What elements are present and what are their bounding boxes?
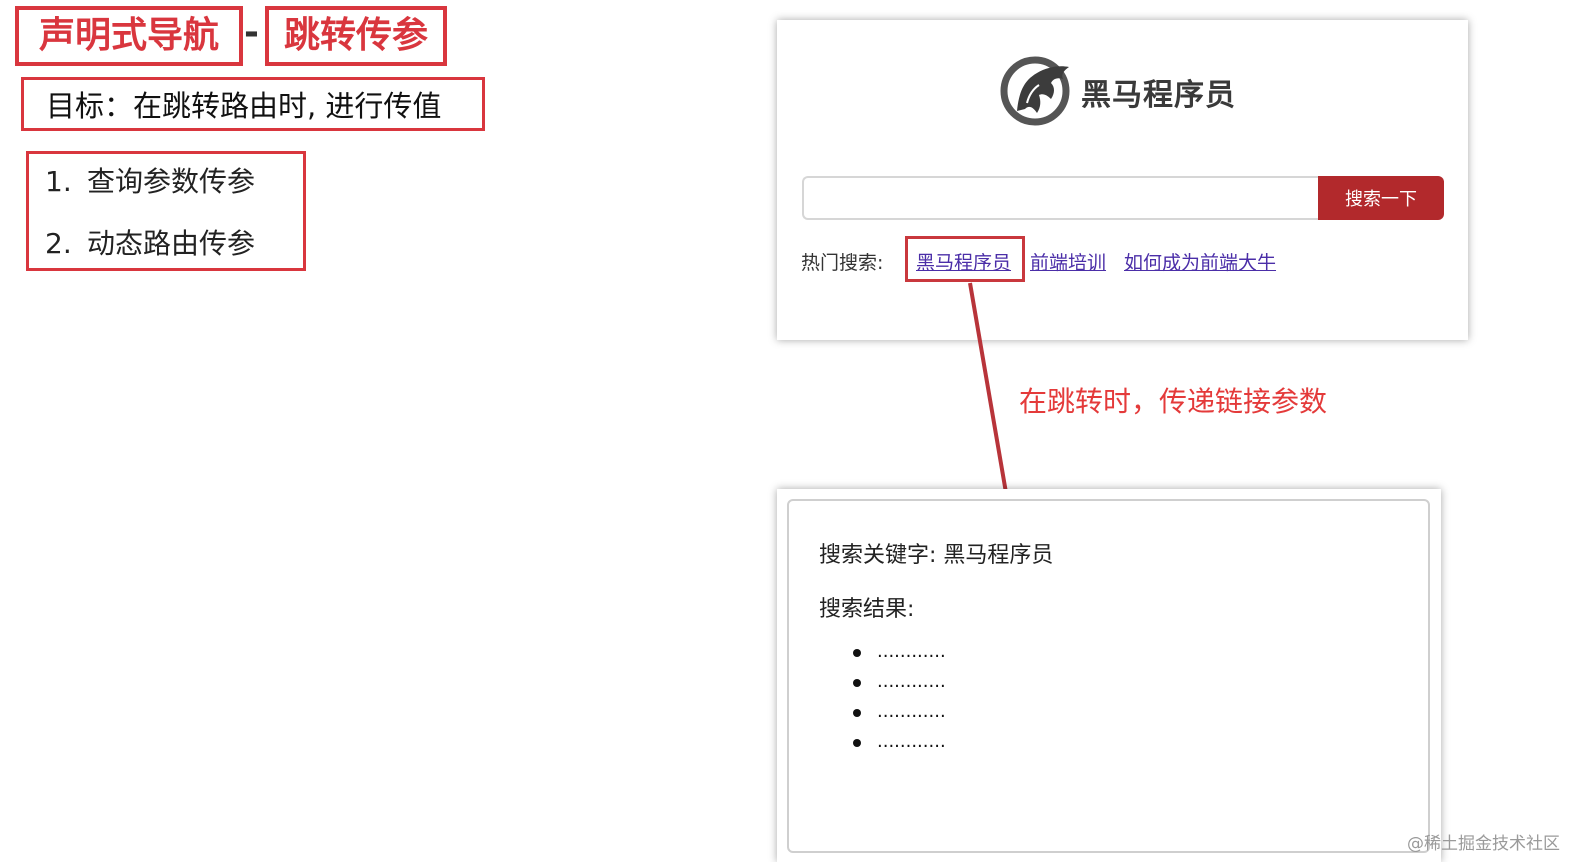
results-list: ............ ............ ............ .… [853,641,946,761]
result-text: ............ [877,701,946,722]
bullet-icon [853,709,861,717]
result-text: ............ [877,671,946,692]
keyword-line: 搜索关键字: 黑马程序员 [819,543,1054,568]
result-text: ............ [877,731,946,752]
annotation-text: 在跳转时，传递链接参数 [1019,385,1328,418]
bullet-icon [853,679,861,687]
list-item: ............ [853,701,946,731]
list-item: ............ [853,731,946,761]
bullet-icon [853,739,861,747]
result-page-panel: 搜索关键字: 黑马程序员 搜索结果: ............ ........… [777,489,1441,862]
list-item: ............ [853,671,946,701]
list-item: ............ [853,641,946,671]
bullet-icon [853,649,861,657]
result-text: ............ [877,641,946,662]
results-label: 搜索结果: [819,597,915,622]
result-content: 搜索关键字: 黑马程序员 搜索结果: ............ ........… [787,499,1430,853]
watermark: @稀土掘金技术社区 [1407,834,1560,854]
